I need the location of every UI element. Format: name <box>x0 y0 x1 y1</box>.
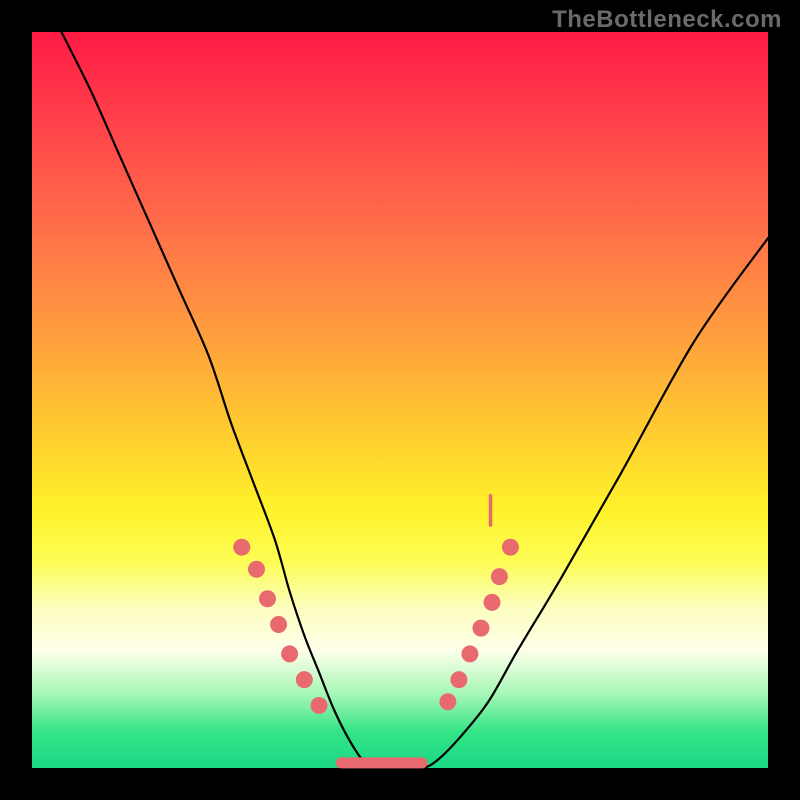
watermark-text: TheBottleneck.com <box>552 6 782 34</box>
marker-dot-left <box>233 539 250 556</box>
marker-dot-left <box>248 561 265 578</box>
marker-dot-right <box>472 620 489 637</box>
marker-dot-right <box>450 671 467 688</box>
marker-dot-right <box>461 645 478 662</box>
chart-frame: TheBottleneck.com <box>0 0 800 800</box>
marker-dot-left <box>270 616 287 633</box>
marker-dot-right <box>491 568 508 585</box>
marker-dot-right <box>484 594 501 611</box>
marker-dot-left <box>296 671 313 688</box>
marker-dot-left <box>259 590 276 607</box>
marker-dot-right <box>502 539 519 556</box>
markers-group <box>233 539 519 714</box>
marker-dot-right <box>439 693 456 710</box>
plot-svg <box>32 32 768 768</box>
bottleneck-curve <box>61 32 768 769</box>
plot-area <box>32 32 768 768</box>
curve-group <box>61 32 768 769</box>
marker-dot-left <box>311 697 328 714</box>
marker-dot-left <box>281 645 298 662</box>
